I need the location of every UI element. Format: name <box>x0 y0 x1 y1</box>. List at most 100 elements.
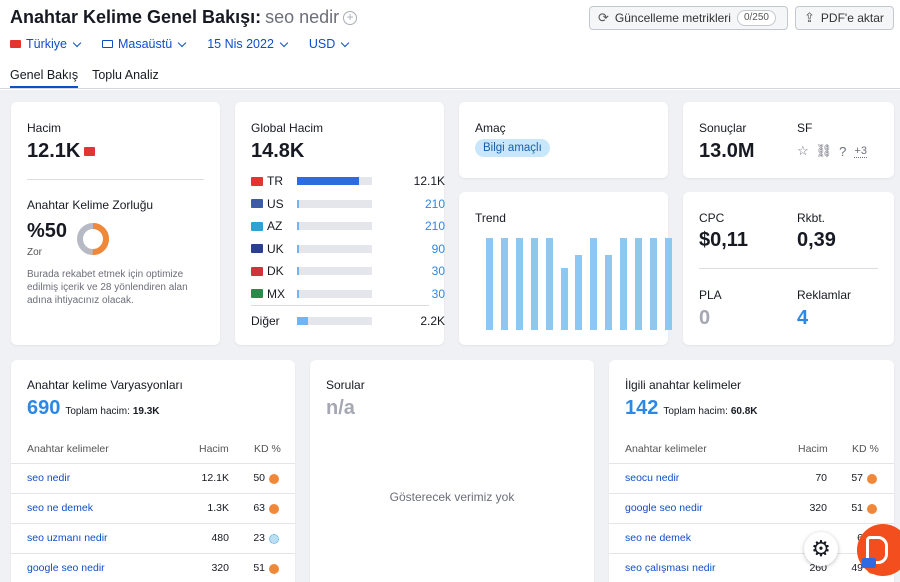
trend-card: Trend <box>459 192 672 345</box>
keyword-link[interactable]: seo nedir <box>27 472 70 484</box>
global-divider <box>251 305 429 306</box>
turkey-flag-icon <box>84 147 96 156</box>
ads-value[interactable]: 4 <box>797 307 808 330</box>
variations-total-value: 19.3K <box>132 406 160 417</box>
country-value: 210 <box>424 196 445 211</box>
trend-bar <box>575 254 583 330</box>
country-bar <box>297 199 372 208</box>
country-row: US 210 <box>251 196 445 212</box>
related-card: İlgili anahtar kelimeler 142 Toplam haci… <box>609 360 894 582</box>
trend-bar <box>515 238 523 330</box>
pla-label: PLA <box>699 288 722 302</box>
keyword-link[interactable]: seo çalışması nedir <box>625 562 715 574</box>
related-col-volume: Hacim <box>798 443 828 455</box>
country-flag-icon <box>251 244 263 253</box>
country-flag-icon <box>251 199 263 208</box>
date-select[interactable]: 15 Nis 2022 <box>207 37 289 51</box>
related-count[interactable]: 142 <box>625 397 658 420</box>
keyword-link[interactable]: google seo nedir <box>625 502 703 514</box>
page-title-text: Anahtar Kelime Genel Bakışı: <box>10 7 262 27</box>
tab-bulk-analysis[interactable]: Toplu Analiz <box>92 68 159 88</box>
tab-overview[interactable]: Genel Bakış <box>10 68 79 88</box>
variations-title: Anahtar kelime Varyasyonları <box>27 378 183 392</box>
country-flag-icon <box>251 221 263 231</box>
volume-value: 12.1K <box>27 140 81 162</box>
related-col-keywords: Anahtar kelimeler <box>625 443 707 455</box>
questions-title: Sorular <box>326 378 365 392</box>
table-row: seo çalışması nedir 260 49 <box>609 553 894 582</box>
keyword-link[interactable]: seo ne demek <box>625 532 691 544</box>
other-value: 2.2K <box>420 314 445 328</box>
keyword-volume: 70 <box>815 472 827 484</box>
intent-card: Amaç Bilgi amaçlı <box>459 102 668 178</box>
keyword-link[interactable]: seo ne demek <box>27 502 93 514</box>
country-row: UK 90 <box>251 241 445 257</box>
country-bar-fill <box>297 199 300 208</box>
export-pdf-button[interactable]: ⇪ PDF'e aktar <box>795 6 894 30</box>
help-bubble-button[interactable] <box>857 524 900 576</box>
keyword-kd: 63 <box>253 502 265 514</box>
country-bar-fill <box>297 267 300 275</box>
keyword-link[interactable]: google seo nedir <box>27 562 105 574</box>
country-bar <box>297 267 372 275</box>
related-col-kd: KD % <box>852 443 879 455</box>
variations-card: Anahtar kelime Varyasyonları 690 Toplam … <box>11 360 295 582</box>
competition-value: 0,39 <box>797 229 836 251</box>
kd-level: Zor <box>27 247 42 258</box>
trend-bar <box>649 238 657 330</box>
currency-select[interactable]: USD <box>309 37 350 51</box>
date-select-value: 15 Nis 2022 <box>207 37 274 51</box>
country-flag-icon <box>251 289 263 298</box>
country-select-value: Türkiye <box>26 37 67 51</box>
sf-more-link[interactable]: +3 <box>854 145 867 158</box>
country-row-other: Diğer 2.2K <box>251 313 445 329</box>
variations-count[interactable]: 690 <box>27 397 60 420</box>
country-bar <box>297 289 372 298</box>
keyword-link[interactable]: seocu nedir <box>625 472 679 484</box>
filter-bar: Türkiye Masaüstü 15 Nis 2022 USD <box>10 37 370 51</box>
country-row: DK 30 <box>251 263 445 279</box>
global-volume-card: Global Hacim 14.8K TR 12.1K US 210 AZ 210 UK 90… <box>235 102 445 345</box>
upload-icon: ⇪ <box>804 10 815 25</box>
country-code: DK <box>267 264 284 278</box>
keyword-kd: 57 <box>851 472 863 484</box>
ads-label: Reklamlar <box>797 288 852 302</box>
country-code: MX <box>267 286 285 301</box>
country-row: MX 30 <box>251 286 445 302</box>
keyword-link[interactable]: seo uzmanı nedir <box>27 532 108 544</box>
trend-bar <box>664 238 672 330</box>
trend-bar <box>500 238 508 330</box>
update-metrics-count: 0/250 <box>736 10 776 26</box>
kd-dot-icon <box>269 534 279 544</box>
device-select[interactable]: Masaüstü <box>101 37 187 51</box>
other-label: Diğer <box>251 314 280 328</box>
keyword-volume: 480 <box>211 532 229 544</box>
plus-circle-icon[interactable]: + <box>343 11 358 25</box>
questions-card: Sorular n/a Gösterecek verimiz yok <box>310 360 594 582</box>
keyword-volume: 1.3K <box>207 502 229 514</box>
turkey-flag-icon <box>10 40 21 48</box>
kd-dot-icon <box>867 504 877 514</box>
country-code: UK <box>267 241 284 256</box>
trend-bar <box>486 238 493 330</box>
keyword-volume: 320 <box>211 562 229 574</box>
country-value: 30 <box>431 286 445 301</box>
monitor-icon <box>101 40 113 48</box>
keyword-kd: 51 <box>253 562 265 574</box>
pla-value: 0 <box>699 307 711 329</box>
country-select[interactable]: Türkiye <box>10 37 82 51</box>
trend-bar <box>620 238 628 330</box>
kd-donut <box>77 223 109 255</box>
update-metrics-button[interactable]: ⟳ Güncelleme metrikleri 0/250 <box>589 6 788 30</box>
questions-value: n/a <box>326 397 355 419</box>
related-total-value: 60.8K <box>730 406 758 417</box>
gear-icon[interactable]: ⚙ <box>804 532 838 566</box>
cpc-divider <box>699 268 878 269</box>
volume-card: Hacim 12.1K Anahtar Kelime Zorluğu %50 Z… <box>11 102 220 345</box>
global-volume-label: Global Hacim <box>251 121 324 135</box>
table-row: seo ne demek 1.3K 63 <box>11 493 295 523</box>
kd-dot-icon <box>269 474 279 484</box>
country-value: 210 <box>424 219 445 233</box>
page-title: Anahtar Kelime Genel Bakışı: seo nedir + <box>10 7 358 28</box>
variations-col-volume: Hacim <box>199 443 229 455</box>
